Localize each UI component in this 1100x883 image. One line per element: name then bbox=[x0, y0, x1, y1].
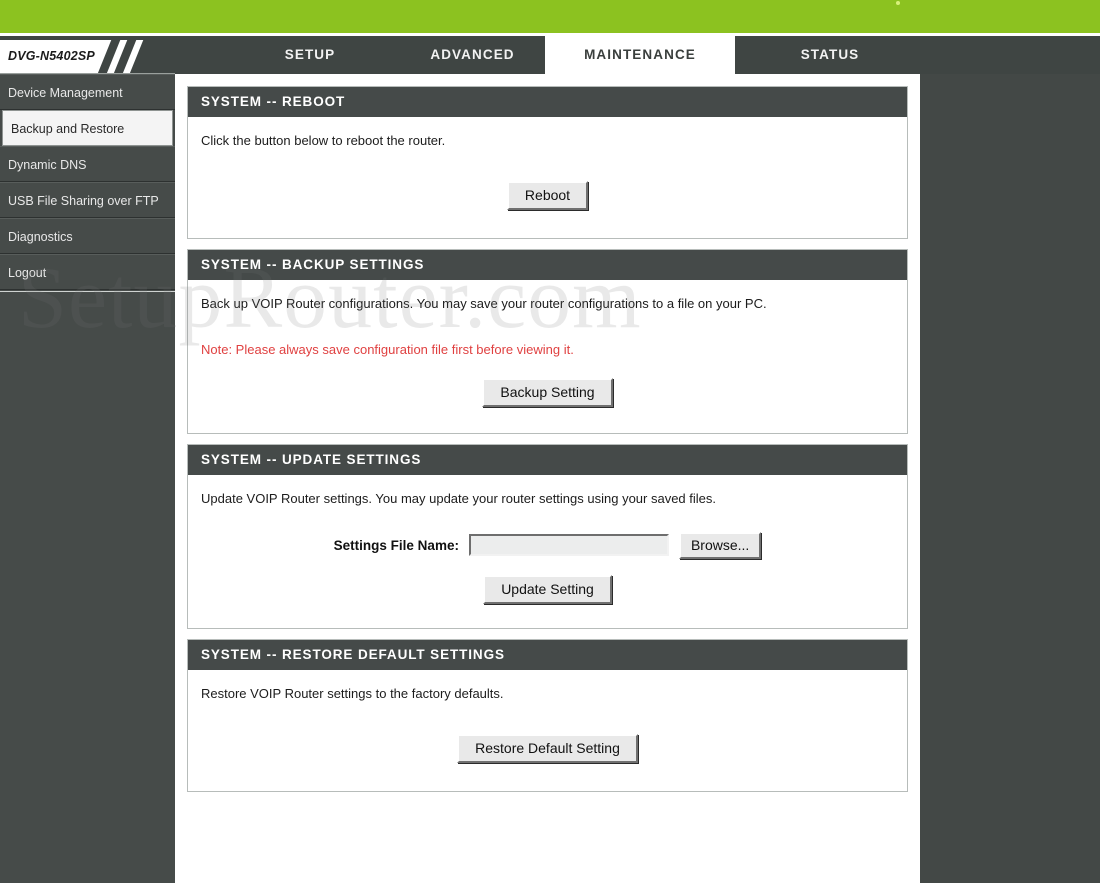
panel-title: SYSTEM -- REBOOT bbox=[188, 87, 907, 117]
brand-highlight-dot bbox=[896, 1, 900, 5]
sidebar-item-diagnostics[interactable]: Diagnostics bbox=[0, 218, 175, 254]
panel-title: SYSTEM -- RESTORE DEFAULT SETTINGS bbox=[188, 639, 907, 670]
restore-default-setting-button[interactable]: Restore Default Setting bbox=[457, 733, 638, 763]
button-row: Restore Default Setting bbox=[201, 733, 894, 763]
sidebar: Device Management Backup and Restore Dynam… bbox=[0, 74, 175, 883]
browse-button[interactable]: Browse... bbox=[678, 531, 762, 559]
sidebar-item-device-management[interactable]: Device Management bbox=[0, 74, 175, 110]
model-badge: DVG-N5402SP bbox=[0, 40, 175, 74]
button-row: Backup Setting bbox=[201, 378, 894, 408]
panel-body: Back up VOIP Router configurations. You … bbox=[188, 280, 907, 433]
panel-body: Click the button below to reboot the rou… bbox=[188, 117, 907, 238]
main-content: SYSTEM -- REBOOT Click the button below t… bbox=[175, 74, 920, 883]
panel-description: Update VOIP Router settings. You may upd… bbox=[201, 491, 716, 507]
panel-system-update-settings: SYSTEM -- UPDATE SETTINGS Update VOIP Rou… bbox=[187, 444, 908, 629]
panel-system-backup-settings: SYSTEM -- BACKUP SETTINGS Back up VOIP Ro… bbox=[187, 249, 908, 435]
reboot-button[interactable]: Reboot bbox=[506, 181, 589, 211]
backup-setting-button[interactable]: Backup Setting bbox=[482, 378, 613, 408]
model-name: DVG-N5402SP bbox=[8, 49, 95, 63]
button-row: Update Setting bbox=[201, 574, 894, 604]
settings-file-input[interactable] bbox=[468, 534, 669, 557]
panel-body: Update VOIP Router settings. You may upd… bbox=[188, 475, 907, 627]
sidebar-item-usb-file-sharing-over-ftp[interactable]: USB File Sharing over FTP bbox=[0, 182, 175, 218]
panel-description: Back up VOIP Router configurations. You … bbox=[201, 296, 767, 312]
button-row: Reboot bbox=[201, 181, 894, 211]
tab-setup[interactable]: SETUP bbox=[230, 36, 390, 74]
brand-bar bbox=[0, 0, 1100, 36]
settings-file-label: Settings File Name: bbox=[333, 537, 459, 553]
tab-maintenance[interactable]: MAINTENANCE bbox=[545, 36, 735, 76]
panel-system-reboot: SYSTEM -- REBOOT Click the button below t… bbox=[187, 86, 908, 240]
right-rail bbox=[920, 74, 1100, 883]
sidebar-item-logout[interactable]: Logout bbox=[0, 254, 175, 290]
brand-bar-inner bbox=[6, 2, 1094, 31]
panel-title: SYSTEM -- BACKUP SETTINGS bbox=[188, 250, 907, 281]
sidebar-divider bbox=[0, 291, 175, 292]
panel-system-restore-default-settings: SYSTEM -- RESTORE DEFAULT SETTINGS Restor… bbox=[187, 638, 908, 792]
update-setting-button[interactable]: Update Setting bbox=[483, 574, 612, 604]
sidebar-item-dynamic-dns[interactable]: Dynamic DNS bbox=[0, 146, 175, 182]
panel-description: Click the button below to reboot the rou… bbox=[201, 133, 446, 148]
panel-body: Restore VOIP Router settings to the fact… bbox=[188, 670, 907, 791]
tab-status[interactable]: STATUS bbox=[745, 36, 915, 74]
sidebar-item-backup-and-restore[interactable]: Backup and Restore bbox=[2, 110, 173, 146]
panel-title: SYSTEM -- UPDATE SETTINGS bbox=[188, 445, 907, 476]
tab-advanced[interactable]: ADVANCED bbox=[390, 36, 555, 74]
panel-description: Restore VOIP Router settings to the fact… bbox=[201, 685, 504, 701]
settings-file-row: Settings File Name: Browse... bbox=[201, 531, 894, 559]
panel-note: Note: Please always save configuration f… bbox=[201, 342, 574, 358]
